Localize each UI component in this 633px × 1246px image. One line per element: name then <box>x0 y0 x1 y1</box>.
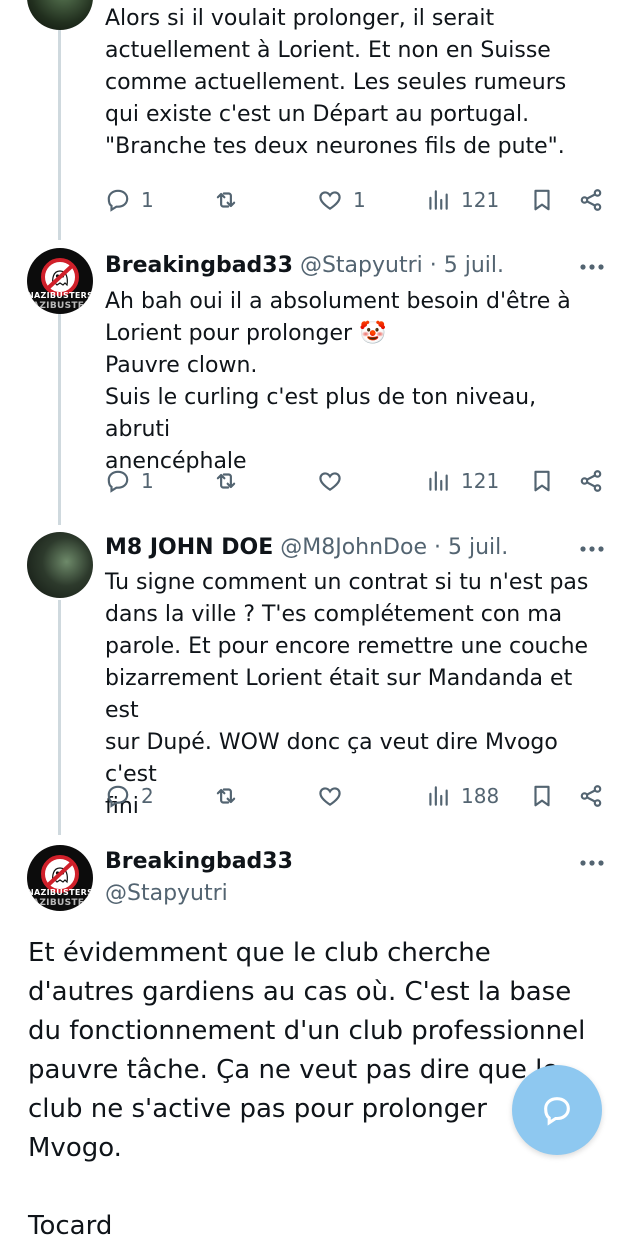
heart-icon <box>319 191 341 210</box>
bookmark-icon <box>534 189 550 211</box>
bookmark-button[interactable] <box>529 781 555 811</box>
tweet-date[interactable]: 5 juil. <box>444 253 504 278</box>
reply-count: 1 <box>141 188 154 212</box>
like-count: 1 <box>353 188 366 212</box>
main-tweet-paragraph: Tocard <box>28 1211 113 1241</box>
share-icon <box>580 785 602 807</box>
views-button[interactable]: 121 <box>425 466 499 496</box>
share-button[interactable] <box>578 185 604 215</box>
share-button[interactable] <box>578 781 604 811</box>
tweet-text: Alors si il voulait prolonger, il serait… <box>105 6 574 159</box>
share-icon <box>580 189 602 211</box>
avatar[interactable] <box>27 532 93 598</box>
like-button[interactable] <box>317 781 343 811</box>
separator-dot: · <box>429 253 437 278</box>
views-button[interactable]: 121 <box>425 185 499 215</box>
like-button[interactable]: 1 <box>317 185 366 215</box>
reply-bubble-icon <box>107 470 129 493</box>
reply-button[interactable]: 1 <box>105 466 154 496</box>
avatar[interactable] <box>27 0 93 30</box>
bookmark-button[interactable] <box>529 185 555 215</box>
share-icon <box>580 470 602 492</box>
display-name[interactable]: Breakingbad33 <box>105 849 293 874</box>
thread-connector-line <box>58 30 61 240</box>
bookmark-icon <box>534 470 550 492</box>
retweet-icon <box>216 788 236 804</box>
user-handle[interactable]: @Stapyutri <box>105 881 228 906</box>
heart-icon <box>319 472 341 491</box>
views-count: 121 <box>461 469 500 493</box>
tweet-header: Breakingbad33 <box>105 849 293 874</box>
retweet-button[interactable] <box>213 781 239 811</box>
compose-reply-icon <box>544 1097 570 1126</box>
reply-bubble-icon <box>107 189 129 212</box>
reply-bubble-icon <box>107 785 129 808</box>
tweet-actions: 1 1 121 <box>105 185 605 215</box>
user-handle[interactable]: @M8JohnDoe <box>280 535 427 560</box>
main-tweet-text: Et évidemment que le club cherche d'autr… <box>28 934 588 1246</box>
like-button[interactable] <box>317 466 343 496</box>
more-dots-icon[interactable] <box>579 544 605 554</box>
views-bar-icon <box>429 471 448 491</box>
reply-count: 2 <box>141 784 154 808</box>
views-count: 121 <box>461 188 500 212</box>
retweet-button[interactable] <box>213 185 239 215</box>
display-name[interactable]: Breakingbad33 <box>105 253 293 278</box>
share-button[interactable] <box>578 466 604 496</box>
tweet-header: Breakingbad33 @Stapyutri · 5 juil. <box>105 253 504 278</box>
more-dots-icon[interactable] <box>579 858 605 868</box>
heart-icon <box>319 787 341 806</box>
user-handle[interactable]: @Stapyutri <box>300 253 423 278</box>
reply-button[interactable]: 2 <box>105 781 154 811</box>
main-tweet-paragraph: Et évidemment que le club cherche d'autr… <box>28 938 586 1163</box>
avatar[interactable]: NAZIBUSTERS AZIBUSTEI <box>27 248 93 314</box>
tweet-text: Ah bah oui il a absolument besoin d'être… <box>105 289 571 474</box>
tweet-actions: 1 121 <box>105 466 605 496</box>
retweet-button[interactable] <box>213 466 239 496</box>
views-bar-icon <box>429 190 448 210</box>
views-bar-icon <box>429 786 448 806</box>
reply-count: 1 <box>141 469 154 493</box>
avatar-text: AZIBUSTEI <box>32 898 88 908</box>
avatar[interactable]: NAZIBUSTERS AZIBUSTEI <box>27 845 93 911</box>
avatar-text: AZIBUSTEI <box>32 301 88 311</box>
bookmark-button[interactable] <box>529 466 555 496</box>
compose-reply-button[interactable] <box>512 1065 602 1155</box>
tweet-date[interactable]: 5 juil. <box>448 535 508 560</box>
views-button[interactable]: 188 <box>425 781 499 811</box>
more-dots-icon[interactable] <box>579 262 605 272</box>
separator-dot: · <box>433 535 441 560</box>
views-count: 188 <box>461 784 500 808</box>
reply-button[interactable]: 1 <box>105 185 154 215</box>
tweet-actions: 2 188 <box>105 781 605 811</box>
retweet-icon <box>216 192 236 208</box>
thread-connector-line <box>58 310 61 525</box>
tweet-header: M8 JOHN DOE @M8JohnDoe · 5 juil. <box>105 535 508 560</box>
display-name[interactable]: M8 JOHN DOE <box>105 535 273 560</box>
retweet-icon <box>216 473 236 489</box>
avatar-text: NAZIBUSTERS <box>27 291 93 300</box>
avatar-text: NAZIBUSTERS <box>27 888 93 897</box>
bookmark-icon <box>534 785 550 807</box>
thread-connector-line <box>58 600 61 835</box>
